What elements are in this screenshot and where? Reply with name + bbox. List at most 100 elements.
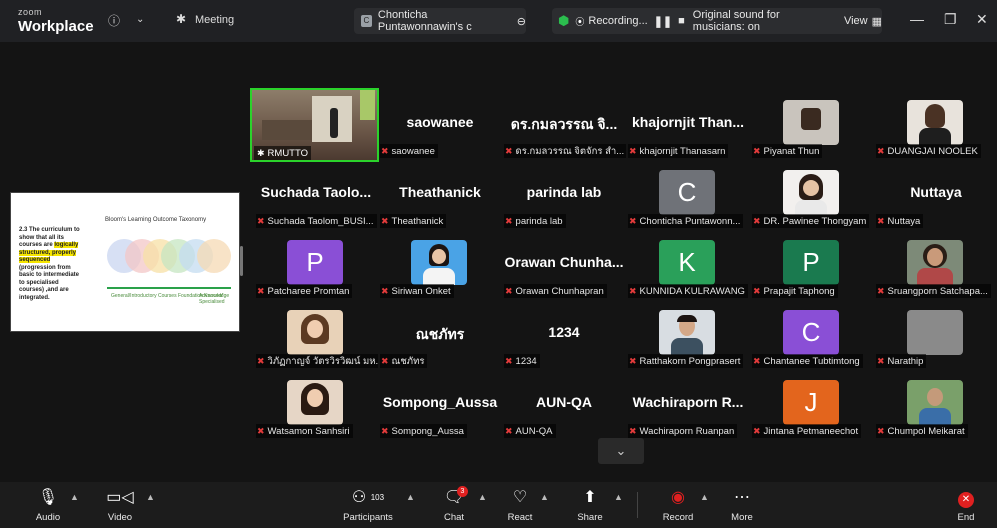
profile-photo xyxy=(411,240,467,285)
audio-label: Audio xyxy=(35,512,61,523)
participant-name: khajornjit Thanasarn xyxy=(639,146,726,157)
mic-muted-icon: ✖ xyxy=(877,216,885,226)
participant-tile[interactable]: P ✖ Prapajit Taphong xyxy=(750,240,874,298)
participants-button[interactable]: ⚇ 103 Participants xyxy=(338,488,398,523)
participant-name: Orawan Chunhapran xyxy=(515,286,604,297)
participant-tile[interactable]: Sompong_Aussa ✖ Sompong_Aussa xyxy=(378,380,502,438)
shield-icon: ⬢ xyxy=(558,13,570,28)
participant-tile[interactable]: ✖ Ratthakorn Pongprasert xyxy=(626,310,750,368)
next-page-chevron-icon[interactable]: ⌄ xyxy=(598,438,644,464)
mic-muted-icon: ✖ xyxy=(629,146,637,156)
audio-button[interactable]: 🎙 Audio xyxy=(18,488,78,523)
more-options-icon[interactable]: ⊖ xyxy=(517,15,526,28)
pause-icon[interactable]: ❚❚ xyxy=(654,15,672,28)
minimize-icon[interactable]: — xyxy=(910,11,924,27)
participant-name: KUNNIDA KULRAWANG xyxy=(639,286,745,297)
chat-button[interactable]: 🗨 3 Chat xyxy=(424,486,484,523)
share-options-caret-icon[interactable]: ▲ xyxy=(614,492,623,502)
meeting-label[interactable]: Meeting xyxy=(195,14,234,26)
audio-options-caret-icon[interactable]: ▲ xyxy=(70,492,79,502)
share-screen-icon: ⬆ xyxy=(583,489,597,506)
profile-photo xyxy=(783,170,839,215)
mic-muted-icon: ✖ xyxy=(381,216,389,226)
mic-muted-icon: ✖ xyxy=(257,356,265,366)
mic-muted-icon: ✖ xyxy=(753,426,761,436)
chat-options-caret-icon[interactable]: ▲ xyxy=(478,492,487,502)
participant-tile[interactable]: ✖ DR. Pawinee Thongyam xyxy=(750,170,874,228)
title-bar: zoom Workplace ⓘ ⌄ ✱ Meeting C Chonticha… xyxy=(0,0,997,42)
share-button[interactable]: ⬆ Share xyxy=(560,488,620,523)
info-icon[interactable]: ⓘ xyxy=(108,12,120,29)
participant-display-name: Theathanick xyxy=(399,184,481,200)
participant-tile[interactable]: AUN-QA ✖ AUN-QA xyxy=(502,380,626,438)
participant-tile[interactable]: ณชภัทร ✖ ณชภัทร xyxy=(378,310,502,368)
stop-icon[interactable]: ■ xyxy=(678,15,685,27)
participant-name: วิภัฏกาญจ์ วัตรวิรวิฒน์ มห... xyxy=(267,356,378,367)
profile-photo xyxy=(907,240,963,285)
participant-tile[interactable]: parinda lab ✖ parinda lab xyxy=(502,170,626,228)
participants-options-caret-icon[interactable]: ▲ xyxy=(406,492,415,502)
avatar: K xyxy=(659,240,715,285)
participant-name: 1234 xyxy=(515,356,537,367)
participant-display-name: saowanee xyxy=(406,114,474,130)
shared-screen-thumbnail[interactable]: 2.3 The curriculum to show that all its … xyxy=(10,192,240,332)
split-handle[interactable] xyxy=(240,246,243,276)
mic-muted-icon: ✖ xyxy=(629,356,637,366)
participant-tile[interactable]: Nuttaya ✖ Nuttaya xyxy=(874,170,997,228)
view-label[interactable]: View xyxy=(844,15,868,27)
participant-tile[interactable]: ✖ Sruangporn Satchapa... xyxy=(874,240,997,298)
video-tile-rmutto[interactable]: ✱ RMUTTO xyxy=(250,88,379,162)
close-icon[interactable]: ✕ xyxy=(976,11,988,28)
participant-tile[interactable]: 1234 ✖ 1234 xyxy=(502,310,626,368)
participant-tile[interactable]: K ✖ KUNNIDA KULRAWANG xyxy=(626,240,750,298)
participant-tile[interactable]: ✖ Watsamon Sanhsiri xyxy=(254,380,378,438)
participant-tile[interactable]: ✖ DUANGJAI NOOLEK xyxy=(874,100,997,158)
participant-name: Sruangporn Satchapa... xyxy=(887,286,988,297)
record-button[interactable]: ◉ Record xyxy=(648,488,708,523)
original-sound-status[interactable]: Original sound for musicians: on xyxy=(693,9,830,33)
profile-photo xyxy=(783,100,839,145)
participant-tile[interactable]: khajornjit Than... ✖ khajornjit Thanasarn xyxy=(626,100,750,158)
participant-tile[interactable]: J ✖ Jintana Petmaneechot xyxy=(750,380,874,438)
participant-tile[interactable]: Orawan Chunha... ✖ Orawan Chunhapran xyxy=(502,240,626,298)
react-options-caret-icon[interactable]: ▲ xyxy=(540,492,549,502)
restore-icon[interactable]: ❐ xyxy=(944,11,957,28)
participant-tile[interactable]: ✖ Piyanat Thun xyxy=(750,100,874,158)
participant-tile[interactable]: ✖ Siriwan Onket xyxy=(378,240,502,298)
avatar: P xyxy=(783,240,839,285)
participant-tile[interactable]: saowanee ✖ saowanee xyxy=(378,100,502,158)
view-icon[interactable]: ▦ xyxy=(872,15,882,28)
participant-name: Patcharee Promtan xyxy=(267,286,350,297)
end-button[interactable]: ✕ End xyxy=(936,488,996,523)
record-options-caret-icon[interactable]: ▲ xyxy=(700,492,709,502)
participant-tile[interactable]: ✖ วิภัฏกาญจ์ วัตรวิรวิฒน์ มห... xyxy=(254,310,378,368)
mic-muted-icon: ✖ xyxy=(629,216,637,226)
video-options-caret-icon[interactable]: ▲ xyxy=(146,492,155,502)
participant-tile[interactable]: C ✖ Chonticha Puntawonn... xyxy=(626,170,750,228)
participant-tile[interactable]: Wachiraporn R... ✖ Wachiraporn Ruanpan xyxy=(626,380,750,438)
participant-tile[interactable]: P ✖ Patcharee Promtan xyxy=(254,240,378,298)
participant-display-name: 1234 xyxy=(548,324,580,340)
participant-tile[interactable]: Suchada Taolo... ✖ Suchada Taolom_BUSI... xyxy=(254,170,378,228)
participant-name: parinda lab xyxy=(515,216,563,227)
shared-screen-tab[interactable]: C Chonticha Puntawonnawin's c ⊖ xyxy=(354,8,526,34)
caption-right: Advanced/ Specialised xyxy=(199,293,225,305)
participant-tile[interactable]: Theathanick ✖ Theathanick xyxy=(378,170,502,228)
video-button[interactable]: ▭◁ Video xyxy=(90,488,150,523)
chevron-down-icon[interactable]: ⌄ xyxy=(136,14,144,25)
participant-tile[interactable]: C ✖ Chantanee Tubtimtong xyxy=(750,310,874,368)
participant-display-name: ณชภัทร xyxy=(415,326,465,342)
mic-muted-icon: ✖ xyxy=(381,356,389,366)
more-button[interactable]: ⋯ More xyxy=(712,488,772,523)
participant-tile[interactable]: ✖ Chumpol Meikarat xyxy=(874,380,997,438)
participant-name: Prapajit Taphong xyxy=(763,286,835,297)
more-label: More xyxy=(731,512,753,523)
participant-name: Watsamon Sanhsiri xyxy=(267,426,350,437)
record-label: Record xyxy=(662,512,694,523)
participant-tile[interactable]: ดร.กมลวรรณ จิ... ✖ ดร.กมลวรรณ จิตจักร สำ..… xyxy=(502,100,626,158)
participant-name: saowanee xyxy=(391,146,435,157)
zoom-logo: zoom Workplace xyxy=(18,8,94,35)
participant-tile[interactable]: ✖ Narathip xyxy=(874,310,997,368)
desk xyxy=(262,120,312,140)
mic-muted-icon: ✖ xyxy=(257,426,265,436)
